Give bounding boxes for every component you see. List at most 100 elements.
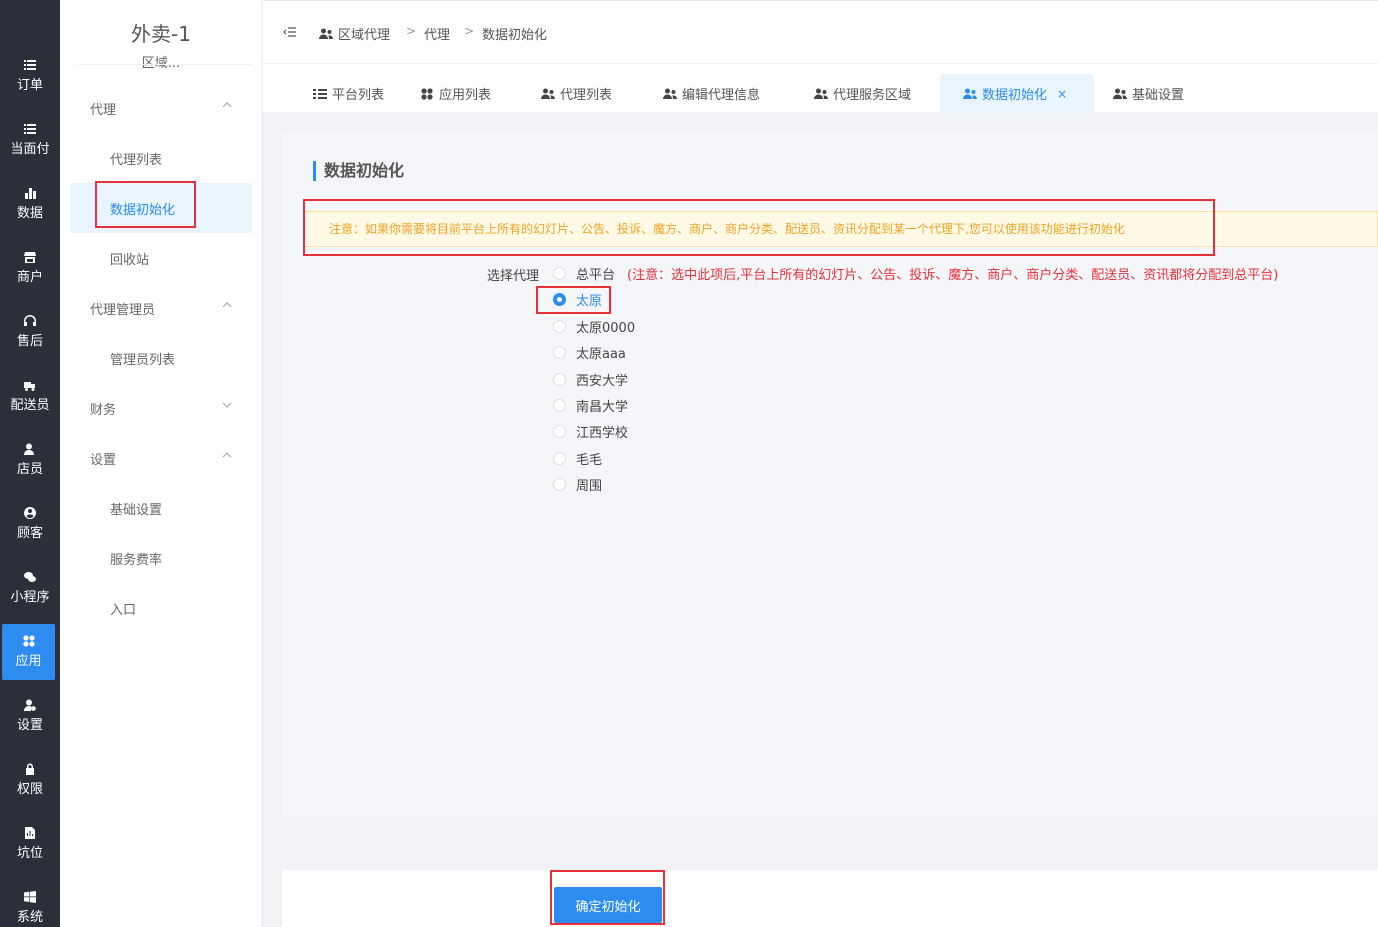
- windows-icon: [24, 891, 36, 903]
- radio-button[interactable]: [553, 345, 566, 359]
- menu-group-label: 设置: [90, 452, 117, 468]
- radio-button[interactable]: [553, 451, 566, 465]
- rail-item-permission[interactable]: 权限: [0, 752, 60, 808]
- radio-option[interactable]: 周围: [553, 474, 602, 494]
- radio-button[interactable]: [553, 398, 566, 412]
- menu-group-agent[interactable]: 代理: [60, 88, 262, 128]
- select-agent-label: 选择代理: [487, 269, 540, 284]
- tab-edit-agent[interactable]: 编辑代理信息: [647, 74, 776, 113]
- radio-option[interactable]: 南昌大学: [553, 395, 628, 415]
- tab-agent-service-area[interactable]: 代理服务区域: [798, 74, 927, 113]
- rail-item-aftersale[interactable]: 售后: [0, 304, 60, 360]
- close-icon[interactable]: ×: [1057, 87, 1067, 101]
- radio-button[interactable]: [553, 319, 566, 333]
- menu-group-label: 财务: [90, 402, 117, 418]
- tab-bar: 平台列表 应用列表 代理列表 编辑代理信息 代理服务区域 数据初始化 × 基础设…: [263, 63, 1378, 113]
- option-label: 太原0000: [576, 320, 636, 336]
- rail-label: 订单: [16, 78, 43, 93]
- menu-item-entry[interactable]: 入口: [70, 583, 252, 633]
- menu-item-recycle[interactable]: 回收站: [70, 233, 252, 283]
- radio-option[interactable]: 太原0000: [553, 316, 635, 336]
- breadcrumb-item[interactable]: 代理: [424, 24, 450, 43]
- rail-item-settings[interactable]: 设置: [0, 688, 60, 744]
- menu-item-basic-settings[interactable]: 基础设置: [70, 483, 252, 533]
- collapse-menu-icon[interactable]: [283, 25, 297, 39]
- rail-item-courier[interactable]: 配送员: [0, 368, 60, 424]
- menu-item-data-init[interactable]: 数据初始化: [70, 183, 252, 233]
- rail-label: 应用: [15, 654, 42, 669]
- rail-item-apps[interactable]: 应用: [2, 624, 55, 680]
- tab-app-list[interactable]: 应用列表: [404, 74, 507, 113]
- option-label: 太原aaa: [576, 346, 626, 362]
- rail-item-merchant[interactable]: 商户: [0, 240, 60, 296]
- users-icon: [541, 88, 555, 100]
- menu-item-label: 基础设置: [110, 502, 163, 518]
- tab-basic-settings[interactable]: 基础设置: [1097, 74, 1200, 113]
- tab-agent-list[interactable]: 代理列表: [525, 74, 628, 113]
- rail-item-orders[interactable]: 订单: [0, 48, 60, 104]
- radio-button[interactable]: [553, 266, 566, 280]
- radio-button[interactable]: [553, 424, 566, 438]
- menu-group-settings[interactable]: 设置: [60, 438, 262, 478]
- breadcrumb-item[interactable]: 区域代理: [319, 24, 390, 43]
- radio-button[interactable]: [553, 292, 566, 306]
- radio-option-selected[interactable]: 太原: [553, 289, 602, 309]
- menu-group-label: 代理管理员: [90, 302, 156, 318]
- radio-option[interactable]: 毛毛: [553, 448, 602, 468]
- menu-item-label: 数据初始化: [110, 202, 176, 218]
- rail-item-facepay[interactable]: 当面付: [0, 112, 60, 168]
- tab-label: 编辑代理信息: [682, 88, 761, 103]
- headset-icon: [24, 315, 36, 327]
- menu-item-admin-list[interactable]: 管理员列表: [70, 333, 252, 383]
- menu-item-service-fee[interactable]: 服务费率: [70, 533, 252, 583]
- tab-label: 平台列表: [332, 88, 385, 103]
- rail-item-data[interactable]: 数据: [0, 176, 60, 232]
- option-warning: (注意：选中此项后,平台上所有的幻灯片、公告、投诉、魔方、商户、商户分类、配送员…: [627, 267, 1279, 283]
- option-label: 太原: [576, 293, 603, 309]
- radio-option[interactable]: 江西学校: [553, 421, 628, 441]
- rail-label: 顾客: [16, 526, 43, 541]
- radio-button[interactable]: [553, 477, 566, 491]
- users-icon: [663, 88, 677, 100]
- tab-data-init[interactable]: 数据初始化 ×: [940, 74, 1094, 113]
- option-label: 毛毛: [576, 452, 603, 468]
- delivery-icon: [24, 379, 36, 391]
- option-label: 南昌大学: [576, 399, 629, 415]
- user-icon: [24, 443, 36, 455]
- rail-label: 设置: [16, 718, 43, 733]
- sidebar-subtitle: 区域...: [141, 56, 181, 71]
- breadcrumb-label: 数据初始化: [482, 28, 548, 43]
- notice-banner: 注意：如果你需要将目前平台上所有的幻灯片、公告、投诉、魔方、商户、商户分类、配送…: [304, 211, 1378, 247]
- rail-item-miniprogram[interactable]: 小程序: [0, 560, 60, 616]
- settings-user-icon: [24, 699, 36, 711]
- bar-chart-icon: [24, 187, 36, 199]
- menu-group-admin[interactable]: 代理管理员: [60, 288, 262, 328]
- list-icon: [24, 59, 36, 71]
- option-label: 江西学校: [576, 425, 629, 441]
- rail-item-system[interactable]: 系统: [0, 880, 60, 927]
- submenu-sidebar: 外卖-1 区域... 代理 代理列表 数据初始化 回收站 代理管理员 管理员列表…: [60, 0, 262, 927]
- rail-item-clerk[interactable]: 店员: [0, 432, 60, 488]
- rail-item-customer[interactable]: 顾客: [0, 496, 60, 552]
- radio-option[interactable]: 西安大学: [553, 369, 628, 389]
- rail-label: 店员: [16, 462, 43, 477]
- menu-item-label: 服务费率: [110, 552, 163, 568]
- menu-item-agent-list[interactable]: 代理列表: [70, 133, 252, 183]
- radio-button[interactable]: [553, 372, 566, 386]
- radio-option[interactable]: 太原aaa: [553, 342, 626, 362]
- rail-item-slot[interactable]: 坑位: [0, 816, 60, 872]
- confirm-init-button[interactable]: 确定初始化: [554, 887, 662, 923]
- tab-label: 基础设置: [1132, 88, 1185, 103]
- tab-label: 代理服务区域: [833, 88, 912, 103]
- menu-group-finance[interactable]: 财务: [60, 388, 262, 428]
- tab-platform-list[interactable]: 平台列表: [297, 74, 400, 113]
- rail-label: 小程序: [10, 590, 50, 605]
- breadcrumb-separator: >: [406, 24, 417, 38]
- chevron-up-icon: [222, 102, 232, 108]
- chevron-down-icon: [222, 402, 232, 408]
- radio-option[interactable]: 总平台 (注意：选中此项后,平台上所有的幻灯片、公告、投诉、魔方、商户、商户分类…: [553, 263, 1278, 283]
- menu-item-label: 代理列表: [110, 152, 163, 168]
- breadcrumb-separator: >: [464, 24, 475, 38]
- rail-label: 数据: [16, 206, 43, 221]
- store-icon: [24, 251, 36, 263]
